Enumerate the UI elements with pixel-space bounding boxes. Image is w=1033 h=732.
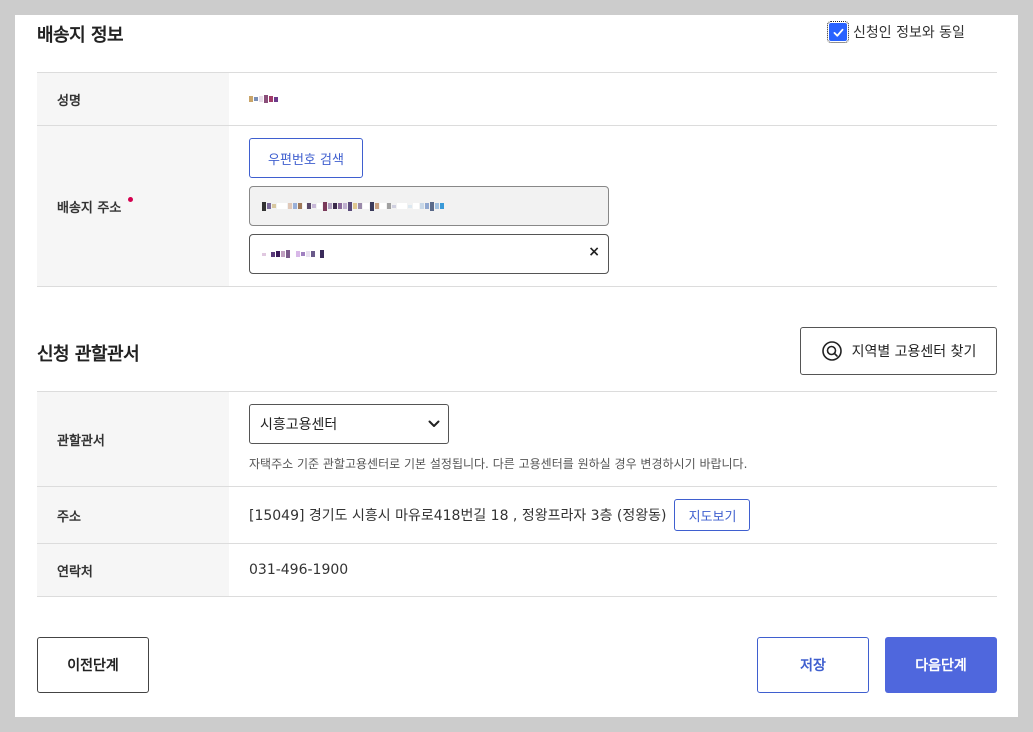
save-button[interactable]: 저장 (757, 637, 869, 693)
office-row: 관할관서 시흥고용센터 자택주소 기준 관할고용센터로 기본 설정됩니다. 다른… (37, 392, 997, 487)
shipping-section-title: 배송지 정보 (37, 25, 124, 46)
masked-name (249, 92, 279, 106)
office-select[interactable]: 시흥고용센터 (249, 404, 449, 444)
address-label-cell: 배송지 주소 (37, 126, 229, 286)
page-container: 배송지 정보 신청인 정보와 동일 성명 배송지 주소 우편번호 검색 × 신청… (15, 15, 1018, 717)
address-row: 배송지 주소 우편번호 검색 × (37, 126, 997, 287)
region-search-label: 지역별 고용센터 찾기 (851, 344, 977, 360)
name-row: 성명 (37, 73, 997, 126)
same-as-applicant-checkbox[interactable]: 신청인 정보와 동일 (827, 21, 965, 43)
base-address-field (249, 186, 609, 226)
same-as-applicant-label[interactable]: 신청인 정보와 동일 (853, 22, 965, 42)
office-section-title: 신청 관할관서 (37, 344, 140, 365)
office-phone-row: 연락처 031-496-1900 (37, 544, 997, 597)
office-info-table: 관할관서 시흥고용센터 자택주소 기준 관할고용센터로 기본 설정됩니다. 다른… (37, 391, 997, 597)
next-step-button[interactable]: 다음단계 (885, 637, 997, 693)
map-view-button[interactable]: 지도보기 (674, 499, 751, 531)
name-value (229, 73, 997, 125)
checkbox-checked-icon[interactable] (827, 21, 849, 43)
office-selected-value: 시흥고용센터 (260, 417, 338, 433)
region-center-search-button[interactable]: 지역별 고용센터 찾기 (800, 327, 997, 375)
office-hint-text: 자택주소 기준 관할고용센터로 기본 설정됩니다. 다른 고용센터를 원하실 경… (249, 457, 748, 471)
shipping-address-label: 배송지 주소 (57, 200, 122, 216)
clear-input-icon[interactable]: × (588, 244, 600, 260)
office-select-cell: 시흥고용센터 자택주소 기준 관할고용센터로 기본 설정됩니다. 다른 고용센터… (229, 392, 997, 486)
masked-base-address (262, 199, 445, 213)
office-phone-label: 연락처 (37, 544, 229, 596)
office-address-value: [15049] 경기도 시흥시 마유로418번길 18 , 정왕프라자 3층 (… (249, 508, 667, 524)
required-indicator-icon (128, 196, 134, 202)
office-label: 관할관서 (37, 392, 229, 486)
zip-search-button[interactable]: 우편번호 검색 (249, 138, 363, 178)
prev-step-button[interactable]: 이전단계 (37, 637, 149, 693)
shipping-info-table: 성명 배송지 주소 우편번호 검색 × (37, 72, 997, 287)
masked-detail-address (262, 247, 325, 261)
office-address-label: 주소 (37, 487, 229, 543)
name-label: 성명 (37, 73, 229, 125)
detail-address-input[interactable]: × (249, 234, 609, 274)
office-address-row: 주소 [15049] 경기도 시흥시 마유로418번길 18 , 정왕프라자 3… (37, 487, 997, 544)
address-inputs: 우편번호 검색 × (229, 126, 997, 286)
office-phone-value: 031-496-1900 (249, 562, 349, 578)
chevron-down-icon (428, 420, 440, 427)
search-icon (821, 341, 842, 361)
office-address-cell: [15049] 경기도 시흥시 마유로418번길 18 , 정왕프라자 3층 (… (229, 487, 997, 543)
